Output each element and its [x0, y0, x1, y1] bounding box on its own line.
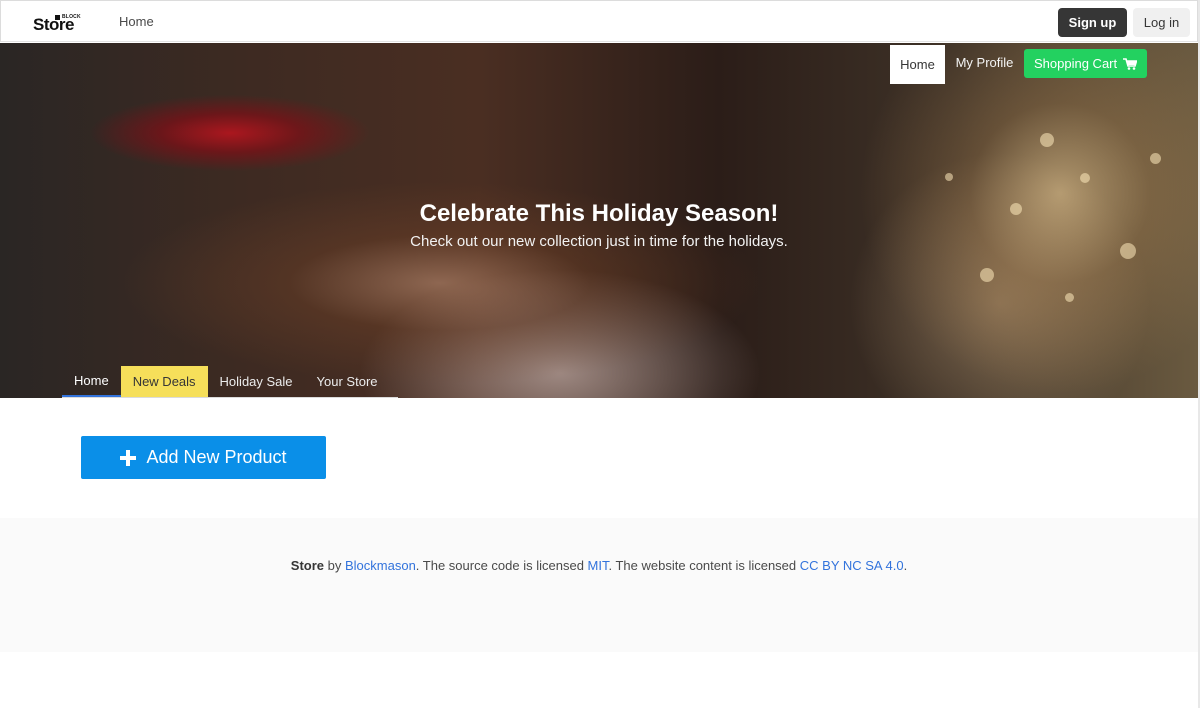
add-new-product-label: Add New Product — [146, 447, 287, 467]
bokeh-light — [1080, 173, 1090, 183]
signup-button[interactable]: Sign up — [1058, 8, 1127, 37]
footer-author-link[interactable]: Blockmason — [345, 558, 416, 573]
footer-by: by — [324, 558, 345, 573]
shopping-cart-icon — [1123, 57, 1138, 70]
tab-new-deals[interactable]: New Deals — [120, 366, 208, 397]
add-new-product-button[interactable]: Add New Product — [81, 436, 326, 479]
footer-credits: Store by Blockmason. The source code is … — [0, 558, 1198, 573]
footer-mit-link[interactable]: MIT — [588, 558, 609, 573]
hero-bottom-tabs: Home New Deals Holiday Sale Your Store — [62, 366, 398, 398]
login-button[interactable]: Log in — [1133, 8, 1190, 37]
bokeh-light — [1150, 153, 1161, 164]
shopping-cart-label: Shopping Cart — [1034, 56, 1118, 71]
hero-subtitle: Check out our new collection just in tim… — [410, 233, 788, 250]
bokeh-light — [945, 173, 953, 181]
plus-icon — [120, 449, 137, 466]
tab-your-store[interactable]: Your Store — [305, 366, 390, 397]
footer-brand: Store — [290, 558, 325, 573]
footer-cc-link[interactable]: CC BY NC SA 4.0 — [800, 558, 904, 573]
tab-my-profile[interactable]: My Profile — [945, 45, 1024, 80]
shopping-cart-button[interactable]: Shopping Cart — [1024, 49, 1148, 78]
bokeh-light — [1040, 133, 1054, 147]
tab-home[interactable]: Home — [62, 366, 121, 397]
logo-main-text: Store — [33, 15, 74, 34]
footer-content-text: . The website content is licensed — [608, 558, 800, 573]
hero-top-tabs: Home My Profile Shopping Cart — [890, 45, 1148, 84]
footer-source-text: . The source code is licensed — [415, 558, 588, 573]
footer-end: . — [903, 558, 908, 573]
bokeh-light — [1065, 293, 1074, 302]
footer: Store by Blockmason. The source code is … — [0, 518, 1198, 652]
tab-home-top[interactable]: Home — [890, 45, 945, 84]
nav-home-link[interactable]: Home — [119, 14, 154, 29]
bokeh-light — [980, 268, 994, 282]
top-navbar: BLOCK Store Home Sign up Log in — [0, 0, 1198, 42]
tab-holiday-sale[interactable]: Holiday Sale — [208, 366, 305, 397]
store-logo[interactable]: BLOCK Store — [33, 13, 81, 34]
hero-banner: Home My Profile Shopping Cart Celebrate … — [0, 43, 1198, 398]
hero-title: Celebrate This Holiday Season! — [419, 200, 779, 227]
